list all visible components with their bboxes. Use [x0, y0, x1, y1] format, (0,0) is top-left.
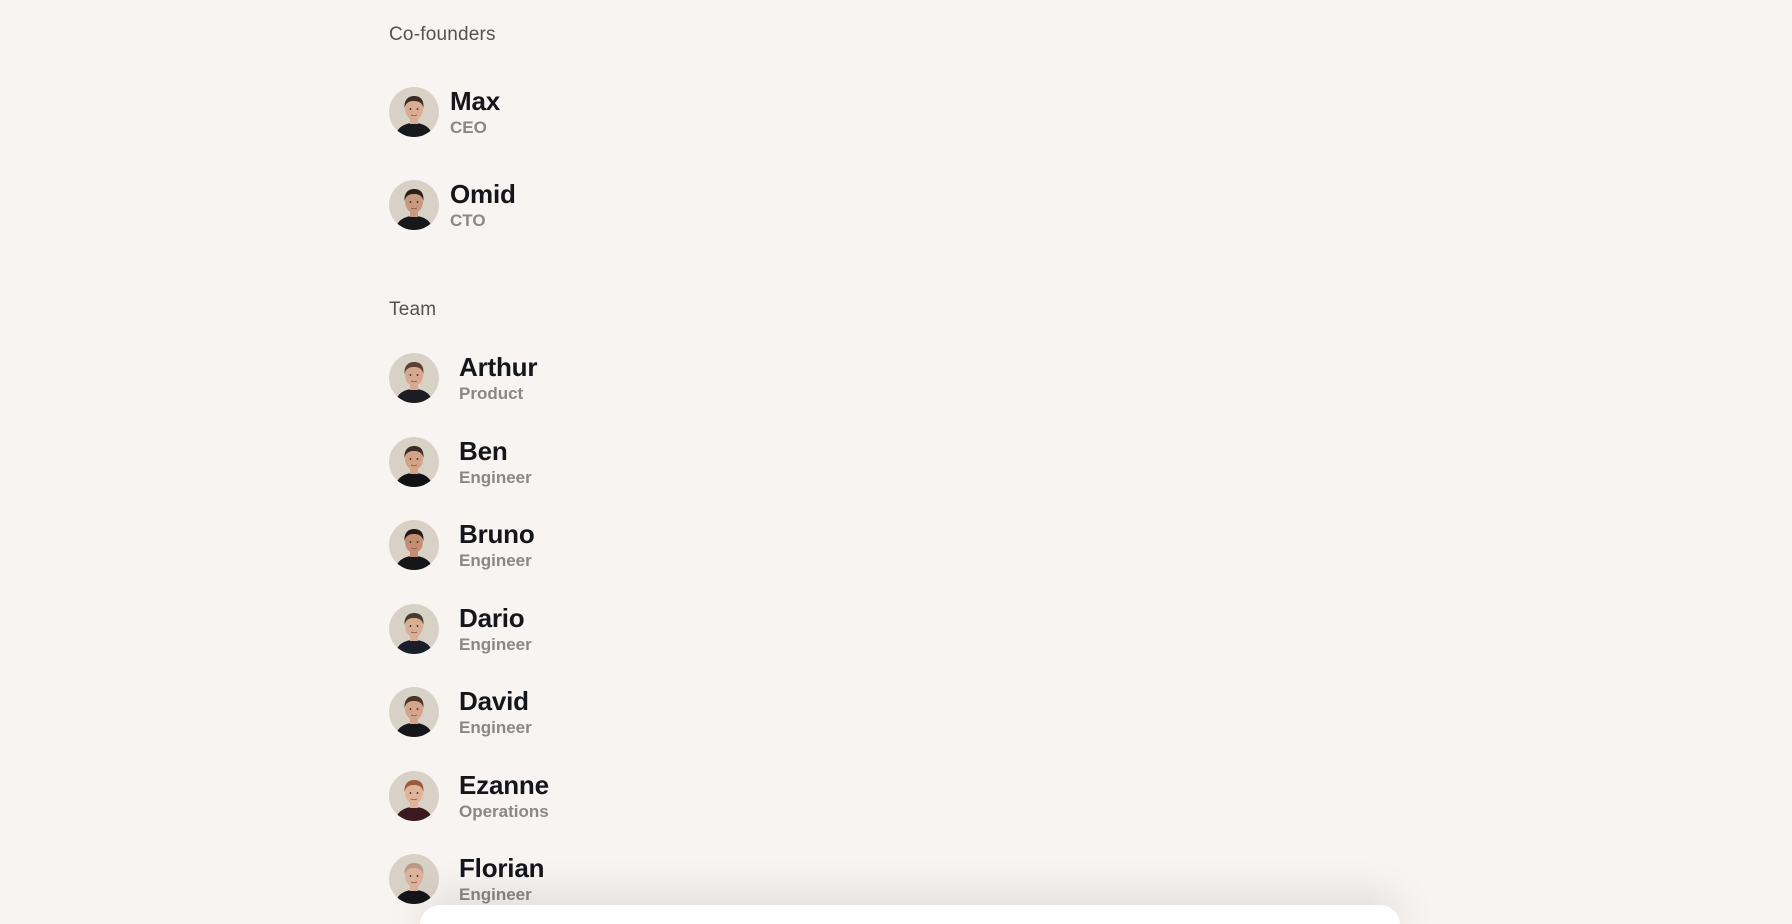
member-name: Omid — [450, 178, 516, 209]
avatar — [389, 437, 439, 487]
avatar — [389, 771, 439, 821]
member-role: Engineer — [459, 634, 532, 654]
member-role: CTO — [450, 210, 486, 230]
member-info: Bruno Engineer — [459, 519, 535, 572]
member-info: David Engineer — [459, 686, 532, 739]
team-member-arthur: Arthur Product — [389, 348, 537, 408]
member-role: Product — [459, 383, 524, 403]
avatar — [389, 87, 439, 137]
team-member-bruno: Bruno Engineer — [389, 515, 535, 575]
team-member-ben: Ben Engineer — [389, 432, 532, 492]
avatar-portrait — [389, 180, 439, 230]
avatar-portrait — [389, 771, 439, 821]
avatar — [389, 854, 439, 904]
member-name: Arthur — [459, 351, 538, 382]
avatar — [389, 520, 439, 570]
avatar-portrait — [389, 520, 439, 570]
member-info: Ben Engineer — [459, 436, 532, 489]
member-role: Engineer — [459, 884, 532, 904]
member-info: Ezanne Operations — [459, 770, 549, 823]
cofounders-heading: Co-founders — [389, 24, 496, 45]
member-name: Max — [450, 85, 500, 116]
member-name: Bruno — [459, 518, 535, 549]
team-member-florian: Florian Engineer — [389, 849, 544, 909]
avatar-portrait — [389, 604, 439, 654]
team-member-david: David Engineer — [389, 682, 532, 742]
member-name: David — [459, 685, 529, 716]
bottom-panel-edge — [420, 905, 1400, 924]
avatar-portrait — [389, 437, 439, 487]
team-heading: Team — [389, 299, 437, 320]
team-member-max: Max CEO — [389, 82, 500, 142]
member-info: Omid CTO — [450, 179, 516, 232]
team-member-dario: Dario Engineer — [389, 599, 532, 659]
team-member-omid: Omid CTO — [389, 175, 516, 235]
member-role: CEO — [450, 117, 487, 137]
member-name: Dario — [459, 602, 525, 633]
member-info: Max CEO — [450, 86, 500, 139]
avatar — [389, 604, 439, 654]
avatar-portrait — [389, 854, 439, 904]
member-role: Engineer — [459, 550, 532, 570]
member-name: Ben — [459, 435, 508, 466]
member-info: Dario Engineer — [459, 603, 532, 656]
avatar-portrait — [389, 353, 439, 403]
team-page: Co-founders Max CEO Omid CTO Team Arthur Pro… — [0, 0, 1792, 924]
member-name: Florian — [459, 852, 545, 883]
team-member-ezanne: Ezanne Operations — [389, 766, 549, 826]
avatar — [389, 180, 439, 230]
member-name: Ezanne — [459, 769, 549, 800]
avatar — [389, 687, 439, 737]
avatar — [389, 353, 439, 403]
member-role: Operations — [459, 801, 549, 821]
member-role: Engineer — [459, 467, 532, 487]
member-role: Engineer — [459, 717, 532, 737]
member-info: Florian Engineer — [459, 853, 544, 906]
avatar-portrait — [389, 87, 439, 137]
member-info: Arthur Product — [459, 352, 537, 405]
avatar-portrait — [389, 687, 439, 737]
